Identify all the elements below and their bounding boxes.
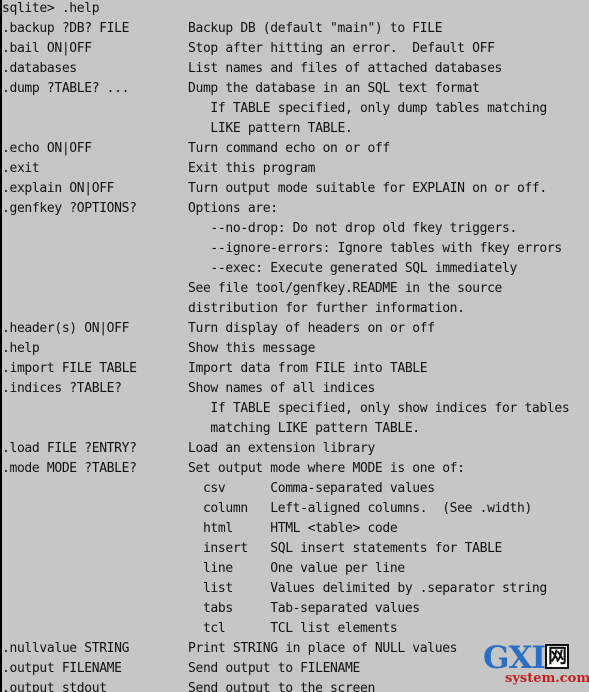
help-continuation-row: --no-drop: Do not drop old fkey triggers… bbox=[2, 219, 589, 239]
help-description: insert SQL insert statements for TABLE bbox=[188, 541, 503, 556]
help-entry-row: .load FILE ?ENTRY? Load an extension libr… bbox=[2, 439, 589, 459]
help-description: --no-drop: Do not drop old fkey triggers… bbox=[188, 221, 517, 236]
help-description: Set output mode where MODE is one of: bbox=[188, 461, 465, 476]
terminal-window: sqlite> .help .backup ?DB? FILE Backup DB … bbox=[0, 0, 589, 692]
help-description: Show this message bbox=[188, 341, 316, 356]
help-command: .output FILENAME bbox=[2, 661, 122, 676]
help-entry-row: .output stdout Send output to the screen bbox=[2, 679, 589, 692]
help-command: .header(s) ON|OFF bbox=[2, 321, 130, 336]
help-description: --exec: Execute generated SQL immediatel… bbox=[188, 261, 517, 276]
help-entry-row: .output FILENAME Send output to FILENAME bbox=[2, 659, 589, 679]
help-description: list Values delimited by .separator stri… bbox=[188, 581, 547, 596]
help-command: .import FILE TABLE bbox=[2, 361, 137, 376]
prompt-line: sqlite> .help bbox=[2, 0, 589, 19]
help-entry-row: .import FILE TABLE Import data from FILE … bbox=[2, 359, 589, 379]
help-continuation-row: See file tool/genfkey.README in the sour… bbox=[2, 279, 589, 299]
help-continuation-row: html HTML <table> code bbox=[2, 519, 589, 539]
help-description: Import data from FILE into TABLE bbox=[188, 361, 428, 376]
help-entry-row: .indices ?TABLE? Show names of all indice… bbox=[2, 379, 589, 399]
help-continuation-row: csv Comma-separated values bbox=[2, 479, 589, 499]
help-continuation-row: tabs Tab-separated values bbox=[2, 599, 589, 619]
help-entry-row: .header(s) ON|OFF Turn display of headers… bbox=[2, 319, 589, 339]
help-description: List names and files of attached databas… bbox=[188, 61, 503, 76]
help-command: .explain ON|OFF bbox=[2, 181, 115, 196]
help-entry-row: .echo ON|OFF Turn command echo on or off bbox=[2, 139, 589, 159]
help-entry-row: .bail ON|OFF Stop after hitting an error.… bbox=[2, 39, 589, 59]
help-description: See file tool/genfkey.README in the sour… bbox=[188, 281, 503, 296]
help-continuation-row: line One value per line bbox=[2, 559, 589, 579]
help-entry-row: .nullvalue STRING Print STRING in place o… bbox=[2, 639, 589, 659]
help-entry-row: .databases List names and files of attach… bbox=[2, 59, 589, 79]
help-continuation-row: insert SQL insert statements for TABLE bbox=[2, 539, 589, 559]
help-description: Backup DB (default "main") to FILE bbox=[188, 21, 443, 36]
help-description: distribution for further information. bbox=[188, 301, 465, 316]
help-entry-row: .dump ?TABLE? ... Dump the database in an… bbox=[2, 79, 589, 99]
help-command: .nullvalue STRING bbox=[2, 641, 130, 656]
help-description: csv Comma-separated values bbox=[188, 481, 435, 496]
help-command: .echo ON|OFF bbox=[2, 141, 92, 156]
help-command: .load FILE ?ENTRY? bbox=[2, 441, 137, 456]
terminal-output: sqlite> .help .backup ?DB? FILE Backup DB … bbox=[2, 0, 589, 692]
help-description: html HTML <table> code bbox=[188, 521, 398, 536]
help-continuation-row: column Left-aligned columns. (See .width… bbox=[2, 499, 589, 519]
help-continuation-row: list Values delimited by .separator stri… bbox=[2, 579, 589, 599]
help-continuation-row: distribution for further information. bbox=[2, 299, 589, 319]
help-description: Options are: bbox=[188, 201, 278, 216]
help-command: .exit bbox=[2, 161, 40, 176]
help-command: .dump ?TABLE? ... bbox=[2, 81, 130, 96]
help-entry-row: .explain ON|OFF Turn output mode suitable… bbox=[2, 179, 589, 199]
help-entry-row: .exit Exit this program bbox=[2, 159, 589, 179]
help-command: .output stdout bbox=[2, 681, 107, 692]
help-description: column Left-aligned columns. (See .width… bbox=[188, 501, 532, 516]
help-description: line One value per line bbox=[188, 561, 405, 576]
help-entry-row: .backup ?DB? FILE Backup DB (default "mai… bbox=[2, 19, 589, 39]
help-entry-row: .mode MODE ?TABLE? Set output mode where … bbox=[2, 459, 589, 479]
help-description: matching LIKE pattern TABLE. bbox=[188, 421, 420, 436]
prompt-text: sqlite> .help bbox=[2, 1, 100, 16]
help-description: Send output to the screen bbox=[188, 681, 375, 692]
help-description: LIKE pattern TABLE. bbox=[188, 121, 353, 136]
help-description: tabs Tab-separated values bbox=[188, 601, 420, 616]
help-entry-row: .genfkey ?OPTIONS? Options are: bbox=[2, 199, 589, 219]
help-description: If TABLE specified, only show indices fo… bbox=[188, 401, 570, 416]
help-description: Stop after hitting an error. Default OFF bbox=[188, 41, 495, 56]
help-continuation-row: LIKE pattern TABLE. bbox=[2, 119, 589, 139]
help-description: Print STRING in place of NULL values bbox=[188, 641, 458, 656]
help-command: .mode MODE ?TABLE? bbox=[2, 461, 137, 476]
help-description: tcl TCL list elements bbox=[188, 621, 398, 636]
help-command: .genfkey ?OPTIONS? bbox=[2, 201, 137, 216]
help-command: .backup ?DB? FILE bbox=[2, 21, 130, 36]
help-description: Show names of all indices bbox=[188, 381, 375, 396]
help-continuation-row: --ignore-errors: Ignore tables with fkey… bbox=[2, 239, 589, 259]
help-description: Exit this program bbox=[188, 161, 316, 176]
help-command: .databases bbox=[2, 61, 77, 76]
help-description: --ignore-errors: Ignore tables with fkey… bbox=[188, 241, 562, 256]
help-description: Dump the database in an SQL text format bbox=[188, 81, 480, 96]
help-continuation-row: --exec: Execute generated SQL immediatel… bbox=[2, 259, 589, 279]
help-description: If TABLE specified, only dump tables mat… bbox=[188, 101, 547, 116]
help-description: Load an extension library bbox=[188, 441, 375, 456]
help-description: Turn display of headers on or off bbox=[188, 321, 435, 336]
help-continuation-row: If TABLE specified, only dump tables mat… bbox=[2, 99, 589, 119]
help-description: Turn command echo on or off bbox=[188, 141, 390, 156]
help-continuation-row: If TABLE specified, only show indices fo… bbox=[2, 399, 589, 419]
help-command: .help bbox=[2, 341, 40, 356]
help-description: Turn output mode suitable for EXPLAIN on… bbox=[188, 181, 547, 196]
help-command: .indices ?TABLE? bbox=[2, 381, 122, 396]
help-command: .bail ON|OFF bbox=[2, 41, 92, 56]
help-continuation-row: tcl TCL list elements bbox=[2, 619, 589, 639]
help-entry-row: .help Show this message bbox=[2, 339, 589, 359]
help-description: Send output to FILENAME bbox=[188, 661, 360, 676]
help-continuation-row: matching LIKE pattern TABLE. bbox=[2, 419, 589, 439]
